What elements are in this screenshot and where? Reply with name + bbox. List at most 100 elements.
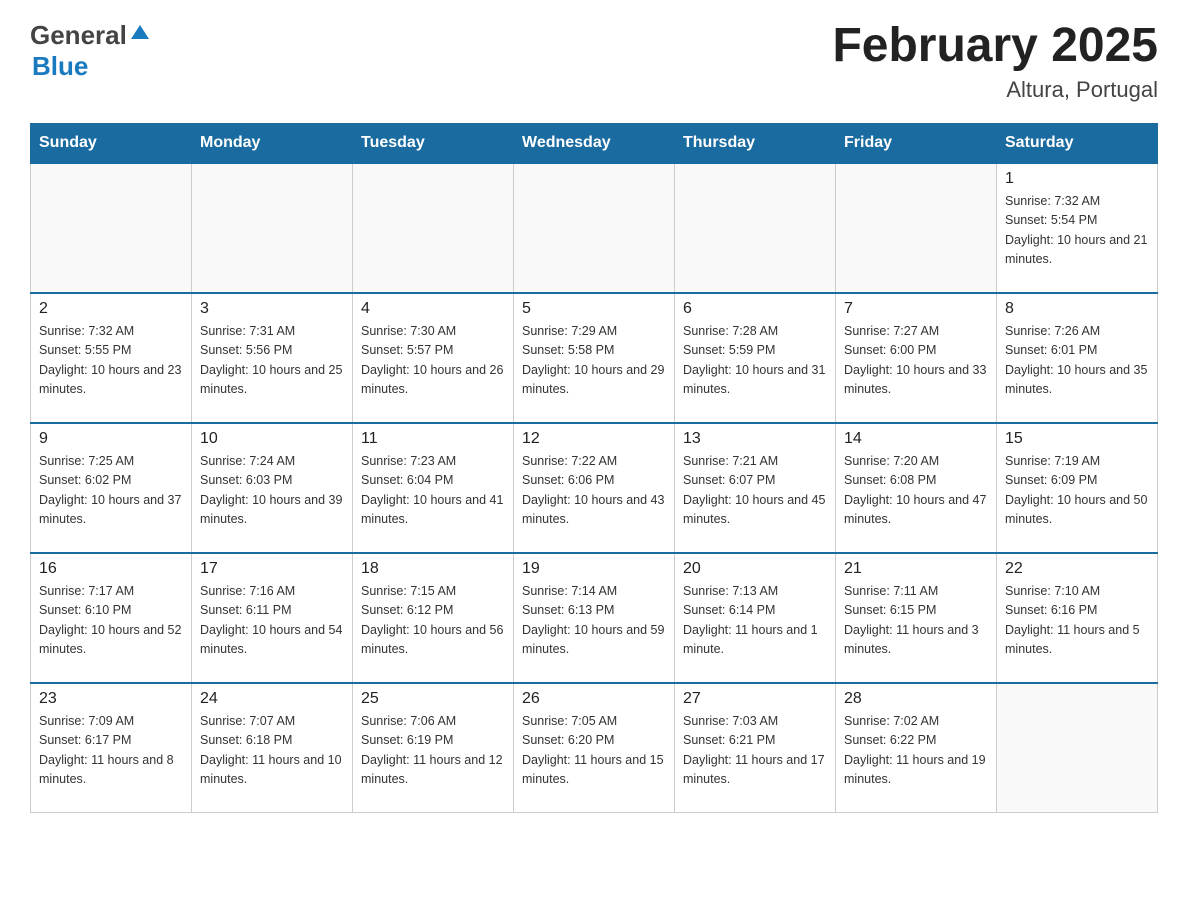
day-info: Sunrise: 7:24 AMSunset: 6:03 PMDaylight:… (200, 452, 344, 530)
logo-blue-text: Blue (32, 51, 88, 81)
calendar-day-cell: 23Sunrise: 7:09 AMSunset: 6:17 PMDayligh… (31, 683, 192, 813)
day-number: 16 (39, 560, 183, 578)
calendar-weekday-saturday: Saturday (997, 123, 1158, 163)
day-number: 14 (844, 430, 988, 448)
calendar-day-cell: 5 Sunrise: 7:29 AMSunset: 5:58 PMDaylight… (514, 293, 675, 423)
day-number: 9 (39, 430, 183, 448)
calendar-day-cell: 25Sunrise: 7:06 AMSunset: 6:19 PMDayligh… (353, 683, 514, 813)
day-number: 7 (844, 300, 988, 318)
logo: General Blue (30, 20, 151, 82)
calendar-weekday-sunday: Sunday (31, 123, 192, 163)
day-number: 22 (1005, 560, 1149, 578)
calendar-day-cell: 17 Sunrise: 7:16 AMSunset: 6:11 PMDayligh… (192, 553, 353, 683)
calendar-week-row: 16Sunrise: 7:17 AMSunset: 6:10 PMDayligh… (31, 553, 1158, 683)
day-info: Sunrise: 7:31 AMSunset: 5:56 PMDaylight:… (200, 322, 344, 400)
calendar-weekday-monday: Monday (192, 123, 353, 163)
calendar-week-row: 2 Sunrise: 7:32 AMSunset: 5:55 PMDaylight… (31, 293, 1158, 423)
calendar-day-cell: 9 Sunrise: 7:25 AMSunset: 6:02 PMDaylight… (31, 423, 192, 553)
calendar-day-cell: 28Sunrise: 7:02 AMSunset: 6:22 PMDayligh… (836, 683, 997, 813)
calendar-day-cell: 26 Sunrise: 7:05 AMSunset: 6:20 PMDayligh… (514, 683, 675, 813)
day-info: Sunrise: 7:21 AMSunset: 6:07 PMDaylight:… (683, 452, 827, 530)
logo-triangle-icon (129, 23, 151, 41)
calendar-day-cell (353, 163, 514, 293)
day-info: Sunrise: 7:02 AMSunset: 6:22 PMDaylight:… (844, 712, 988, 790)
day-number: 1 (1005, 170, 1149, 188)
calendar-day-cell: 1 Sunrise: 7:32 AMSunset: 5:54 PMDaylight… (997, 163, 1158, 293)
calendar-day-cell (997, 683, 1158, 813)
calendar-day-cell: 19 Sunrise: 7:14 AMSunset: 6:13 PMDayligh… (514, 553, 675, 683)
calendar-day-cell: 2 Sunrise: 7:32 AMSunset: 5:55 PMDaylight… (31, 293, 192, 423)
calendar-weekday-friday: Friday (836, 123, 997, 163)
page-header: General Blue February 2025 Altura, Portu… (30, 20, 1158, 103)
logo-general-text: General (30, 20, 127, 51)
day-info: Sunrise: 7:05 AMSunset: 6:20 PMDaylight:… (522, 712, 666, 790)
day-info: Sunrise: 7:03 AMSunset: 6:21 PMDaylight:… (683, 712, 827, 790)
day-number: 13 (683, 430, 827, 448)
calendar-day-cell: 21 Sunrise: 7:11 AMSunset: 6:15 PMDayligh… (836, 553, 997, 683)
calendar-day-cell: 24 Sunrise: 7:07 AMSunset: 6:18 PMDayligh… (192, 683, 353, 813)
day-number: 26 (522, 690, 666, 708)
day-number: 19 (522, 560, 666, 578)
calendar-day-cell: 15Sunrise: 7:19 AMSunset: 6:09 PMDayligh… (997, 423, 1158, 553)
day-info: Sunrise: 7:26 AMSunset: 6:01 PMDaylight:… (1005, 322, 1149, 400)
calendar-day-cell: 4 Sunrise: 7:30 AMSunset: 5:57 PMDaylight… (353, 293, 514, 423)
calendar-weekday-wednesday: Wednesday (514, 123, 675, 163)
day-info: Sunrise: 7:25 AMSunset: 6:02 PMDaylight:… (39, 452, 183, 530)
calendar-day-cell: 11Sunrise: 7:23 AMSunset: 6:04 PMDayligh… (353, 423, 514, 553)
day-number: 12 (522, 430, 666, 448)
day-number: 21 (844, 560, 988, 578)
day-number: 10 (200, 430, 344, 448)
day-info: Sunrise: 7:07 AMSunset: 6:18 PMDaylight:… (200, 712, 344, 790)
day-info: Sunrise: 7:19 AMSunset: 6:09 PMDaylight:… (1005, 452, 1149, 530)
calendar-day-cell: 3 Sunrise: 7:31 AMSunset: 5:56 PMDaylight… (192, 293, 353, 423)
day-number: 6 (683, 300, 827, 318)
calendar-day-cell: 22 Sunrise: 7:10 AMSunset: 6:16 PMDayligh… (997, 553, 1158, 683)
calendar-week-row: 9 Sunrise: 7:25 AMSunset: 6:02 PMDaylight… (31, 423, 1158, 553)
calendar-day-cell: 12 Sunrise: 7:22 AMSunset: 6:06 PMDayligh… (514, 423, 675, 553)
day-info: Sunrise: 7:11 AMSunset: 6:15 PMDaylight:… (844, 582, 988, 660)
day-info: Sunrise: 7:27 AMSunset: 6:00 PMDaylight:… (844, 322, 988, 400)
day-number: 17 (200, 560, 344, 578)
calendar-day-cell: 13 Sunrise: 7:21 AMSunset: 6:07 PMDayligh… (675, 423, 836, 553)
day-number: 20 (683, 560, 827, 578)
day-number: 4 (361, 300, 505, 318)
day-info: Sunrise: 7:14 AMSunset: 6:13 PMDaylight:… (522, 582, 666, 660)
calendar-subtitle: Altura, Portugal (832, 77, 1158, 103)
calendar-day-cell (675, 163, 836, 293)
calendar-week-row: 1 Sunrise: 7:32 AMSunset: 5:54 PMDaylight… (31, 163, 1158, 293)
calendar-week-row: 23Sunrise: 7:09 AMSunset: 6:17 PMDayligh… (31, 683, 1158, 813)
day-number: 2 (39, 300, 183, 318)
day-info: Sunrise: 7:10 AMSunset: 6:16 PMDaylight:… (1005, 582, 1149, 660)
day-info: Sunrise: 7:23 AMSunset: 6:04 PMDaylight:… (361, 452, 505, 530)
calendar-weekday-thursday: Thursday (675, 123, 836, 163)
day-info: Sunrise: 7:32 AMSunset: 5:55 PMDaylight:… (39, 322, 183, 400)
calendar-title: February 2025 (832, 20, 1158, 73)
day-number: 24 (200, 690, 344, 708)
calendar-day-cell: 16Sunrise: 7:17 AMSunset: 6:10 PMDayligh… (31, 553, 192, 683)
day-info: Sunrise: 7:32 AMSunset: 5:54 PMDaylight:… (1005, 192, 1149, 270)
calendar-table: SundayMondayTuesdayWednesdayThursdayFrid… (30, 123, 1158, 814)
calendar-day-cell: 18Sunrise: 7:15 AMSunset: 6:12 PMDayligh… (353, 553, 514, 683)
day-info: Sunrise: 7:09 AMSunset: 6:17 PMDaylight:… (39, 712, 183, 790)
day-info: Sunrise: 7:28 AMSunset: 5:59 PMDaylight:… (683, 322, 827, 400)
calendar-day-cell: 6 Sunrise: 7:28 AMSunset: 5:59 PMDaylight… (675, 293, 836, 423)
calendar-day-cell: 20Sunrise: 7:13 AMSunset: 6:14 PMDayligh… (675, 553, 836, 683)
day-info: Sunrise: 7:20 AMSunset: 6:08 PMDaylight:… (844, 452, 988, 530)
calendar-day-cell: 14 Sunrise: 7:20 AMSunset: 6:08 PMDayligh… (836, 423, 997, 553)
day-info: Sunrise: 7:16 AMSunset: 6:11 PMDaylight:… (200, 582, 344, 660)
day-number: 25 (361, 690, 505, 708)
day-number: 27 (683, 690, 827, 708)
calendar-day-cell: 8 Sunrise: 7:26 AMSunset: 6:01 PMDaylight… (997, 293, 1158, 423)
day-info: Sunrise: 7:30 AMSunset: 5:57 PMDaylight:… (361, 322, 505, 400)
calendar-day-cell (514, 163, 675, 293)
day-number: 5 (522, 300, 666, 318)
calendar-day-cell: 10 Sunrise: 7:24 AMSunset: 6:03 PMDayligh… (192, 423, 353, 553)
calendar-day-cell (192, 163, 353, 293)
calendar-header-row: SundayMondayTuesdayWednesdayThursdayFrid… (31, 123, 1158, 163)
day-number: 3 (200, 300, 344, 318)
day-info: Sunrise: 7:22 AMSunset: 6:06 PMDaylight:… (522, 452, 666, 530)
calendar-day-cell (836, 163, 997, 293)
calendar-day-cell: 7 Sunrise: 7:27 AMSunset: 6:00 PMDaylight… (836, 293, 997, 423)
day-info: Sunrise: 7:29 AMSunset: 5:58 PMDaylight:… (522, 322, 666, 400)
day-number: 8 (1005, 300, 1149, 318)
